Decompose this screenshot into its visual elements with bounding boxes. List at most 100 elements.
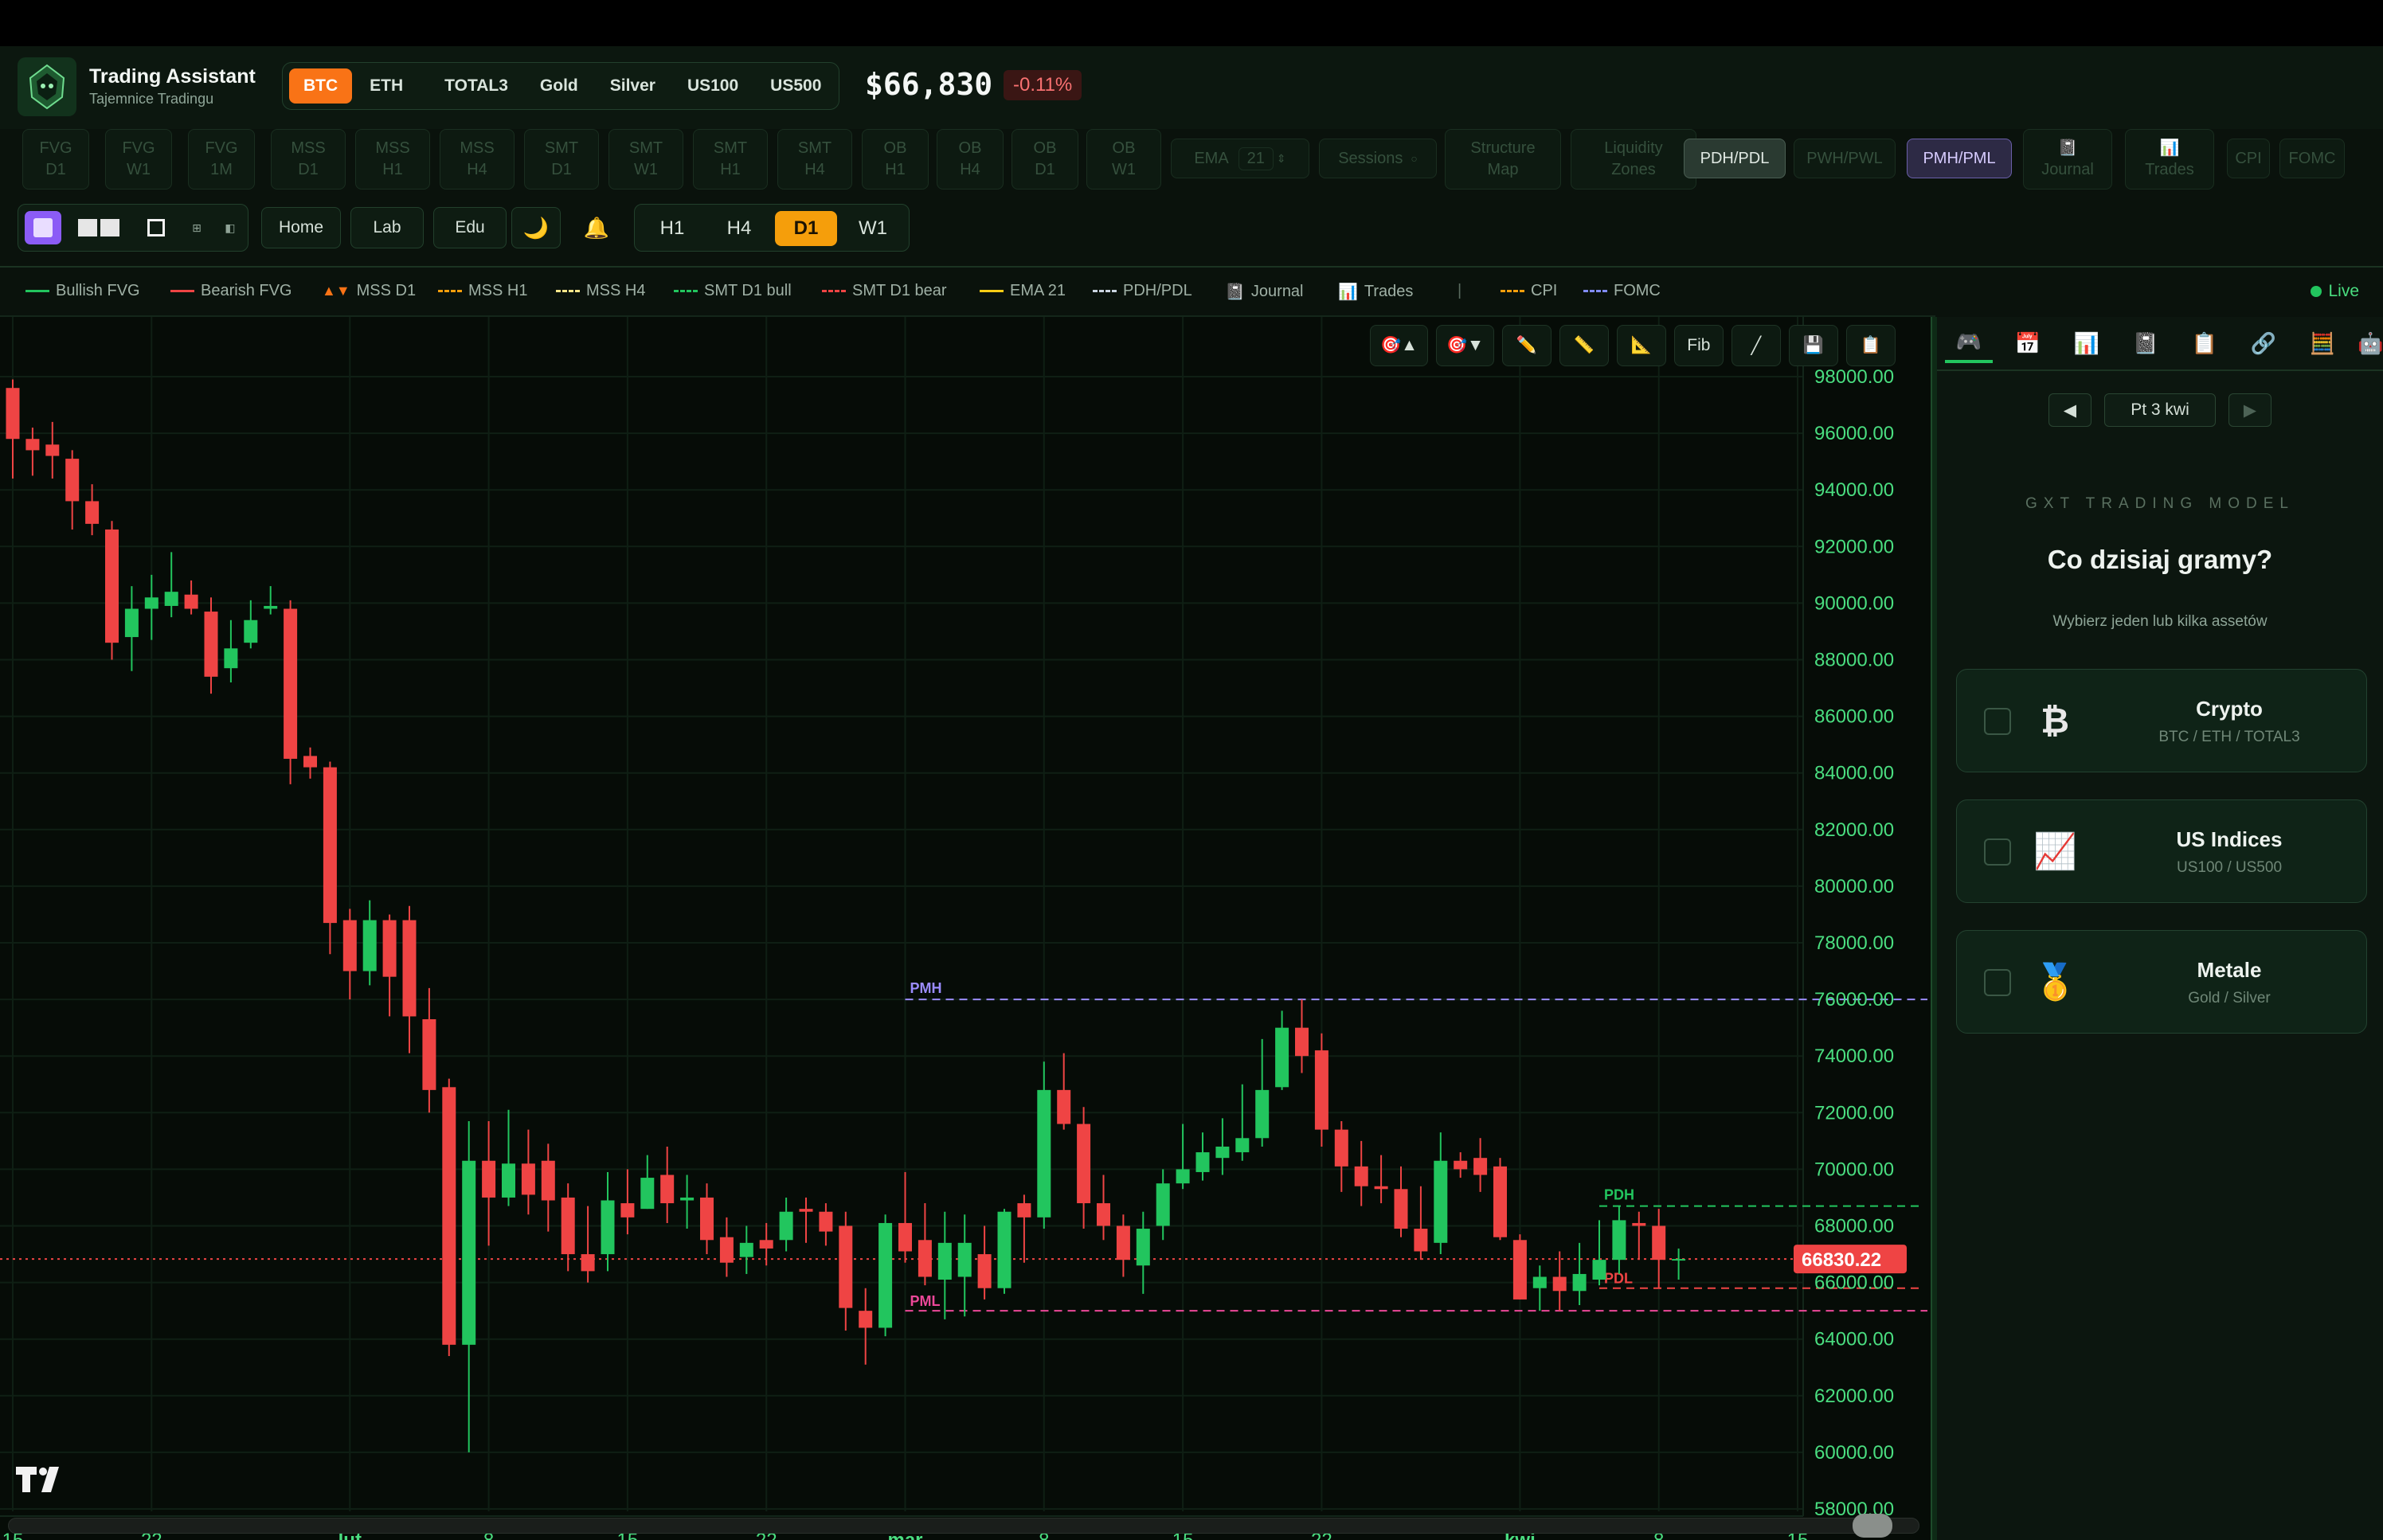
toggle-mss-h4[interactable]: MSS H4 — [440, 129, 515, 190]
candle-bullish — [124, 608, 139, 638]
candle-bearish — [541, 1160, 555, 1201]
candle-bearish — [323, 767, 337, 924]
asset-card-metale[interactable]: 🥇 Metale Gold / Silver — [1956, 930, 2367, 1034]
legend-label: MSS D1 — [356, 282, 417, 299]
nav-edu-button[interactable]: Edu — [433, 207, 507, 248]
next-day-button[interactable]: ▶ — [2228, 393, 2271, 427]
pencil-icon[interactable]: ✏️ — [1501, 325, 1551, 366]
trendline-icon[interactable]: ╱ — [1731, 325, 1781, 366]
toggle-ob-d1[interactable]: OB D1 — [1012, 129, 1078, 190]
current-date[interactable]: Pt 3 kwi — [2104, 393, 2216, 427]
candle-bearish — [25, 439, 40, 451]
asset-us500-button[interactable]: US500 — [756, 68, 835, 104]
asset-eth-button[interactable]: ETH — [355, 68, 417, 104]
asset-gold-button[interactable]: Gold — [526, 68, 593, 104]
candlestick-chart[interactable]: PMHPMLPDHPDL98000.0096000.0094000.009200… — [0, 317, 1931, 1540]
toggle-sublabel: H1 — [720, 161, 741, 178]
toggle-smt-w1[interactable]: SMT W1 — [608, 129, 683, 190]
stepper-icon[interactable]: ⇕ — [1277, 152, 1286, 166]
timeframe-w1-button[interactable]: W1 — [842, 211, 904, 246]
toggle-trades[interactable]: 📊 Trades — [2125, 129, 2214, 190]
candle-bearish — [977, 1254, 992, 1288]
toggle-mss-h1[interactable]: MSS H1 — [355, 129, 430, 190]
legend-item: CPI — [1501, 282, 1557, 300]
legend-item: PDH/PDL — [1093, 282, 1192, 300]
candle-bearish — [799, 1209, 813, 1212]
alerts-bell-icon[interactable]: 🔔 — [570, 207, 623, 248]
layout-split-icon[interactable] — [71, 211, 127, 244]
toggle-fomc[interactable]: FOMC — [2279, 139, 2345, 178]
toggle-journal[interactable]: 📓 Journal — [2023, 129, 2112, 190]
toggle-ob-w1[interactable]: OB W1 — [1086, 129, 1161, 190]
long-target-tool[interactable]: 🎯▲ — [1370, 325, 1428, 366]
toggle-pdh-pdl[interactable]: PDH/PDL — [1684, 139, 1786, 178]
toggle-smt-h4[interactable]: SMT H4 — [777, 129, 852, 190]
toggle-cpi[interactable]: CPI — [2227, 139, 2270, 178]
save-icon[interactable]: 💾 — [1788, 325, 1838, 366]
price-tick-label: 86000.00 — [1814, 706, 1894, 728]
toggle-ob-h4[interactable]: OB H4 — [937, 129, 1004, 190]
candle-bearish — [1493, 1166, 1507, 1237]
tab-gamepad-icon[interactable]: 🎮 — [1945, 323, 1993, 363]
timeframe-h1-button[interactable]: H1 — [641, 211, 703, 246]
angle-tool-icon[interactable]: 📐 — [1616, 325, 1666, 366]
chart-scrollbar[interactable] — [8, 1518, 1919, 1534]
tab-chart-icon[interactable]: 📊 — [2063, 323, 2111, 363]
legend-item: EMA 21 — [980, 282, 1066, 300]
layout-compact-icon[interactable]: ◧ — [216, 211, 245, 244]
prev-day-button[interactable]: ◀ — [2048, 393, 2091, 427]
tab-calculator-icon[interactable]: 🧮 — [2299, 323, 2346, 363]
tab-notebook-icon[interactable]: 📓 — [2122, 323, 2170, 363]
ema-period-input[interactable]: 21 — [1238, 147, 1274, 170]
layout-grid-icon[interactable]: ⊞ — [182, 211, 211, 244]
short-target-tool[interactable]: 🎯▼ — [1435, 325, 1494, 366]
toggle-sublabel: H1 — [382, 161, 403, 178]
metals-checkbox[interactable] — [1984, 969, 2011, 996]
layout-outline-icon[interactable] — [138, 211, 174, 244]
fib-tool-button[interactable]: Fib — [1673, 325, 1724, 366]
asset-btc-button[interactable]: BTC — [289, 68, 353, 104]
ema-control[interactable]: EMA 21 ⇕ — [1171, 139, 1309, 178]
layout-single-icon[interactable] — [25, 211, 61, 244]
toggle-fvg-d1[interactable]: FVG D1 — [22, 129, 89, 190]
ruler-icon[interactable]: 📏 — [1559, 325, 1609, 366]
chart-legend: Bullish FVG Bearish FVG ▲▼ MSS D1 MSS H1 … — [0, 268, 2383, 315]
timeframe-d1-button[interactable]: D1 — [775, 211, 837, 246]
asset-silver-button[interactable]: Silver — [596, 68, 670, 104]
clipboard-icon[interactable]: 📋 — [1845, 325, 1896, 366]
price-chart[interactable]: PMH PML PDH PDL 98000.00 96000.00 94000.00 9200… — [0, 317, 1931, 1540]
toggle-ob-h1[interactable]: OB H1 — [862, 129, 929, 190]
toggle-fvg-1m[interactable]: FVG 1M — [188, 129, 255, 190]
theme-moon-icon[interactable]: 🌙 — [511, 207, 561, 248]
nav-home-button[interactable]: Home — [261, 207, 341, 248]
toggle-structure-map[interactable]: Structure Map — [1445, 129, 1561, 190]
indices-checkbox[interactable] — [1984, 838, 2011, 866]
toggle-sessions[interactable]: Sessions ○ — [1319, 139, 1437, 178]
tab-link-icon[interactable]: 🔗 — [2240, 323, 2287, 363]
asset-card-us-indices[interactable]: 📈 US Indices US100 / US500 — [1956, 799, 2367, 903]
tab-robot-icon[interactable]: 🤖 — [2358, 323, 2383, 363]
asset-card-crypto[interactable]: ₿ Crypto BTC / ETH / TOTAL3 — [1956, 669, 2367, 772]
level-label-pmh: PMH — [910, 980, 942, 996]
candle-bullish — [957, 1242, 972, 1277]
toggle-fvg-w1[interactable]: FVG W1 — [105, 129, 172, 190]
toggle-pwh-pwl[interactable]: PWH/PWL — [1794, 139, 1896, 178]
price-tick-label: 84000.00 — [1814, 763, 1894, 784]
asset-us100-button[interactable]: US100 — [673, 68, 753, 104]
timeframe-h4-button[interactable]: H4 — [708, 211, 770, 246]
toggle-mss-d1[interactable]: MSS D1 — [271, 129, 346, 190]
crypto-checkbox[interactable] — [1984, 708, 2011, 735]
nav-lab-button[interactable]: Lab — [350, 207, 424, 248]
chart-scrollbar-thumb[interactable] — [1853, 1514, 1892, 1538]
tab-clipboard-icon[interactable]: 📋 — [2181, 323, 2228, 363]
toggle-label: SMT — [713, 139, 748, 157]
tab-calendar-icon[interactable]: 📅 — [2004, 323, 2052, 363]
panel-resize-handle[interactable] — [1931, 317, 1937, 1540]
toggle-smt-d1[interactable]: SMT D1 — [524, 129, 599, 190]
legend-separator: | — [1458, 282, 1462, 299]
toggle-liquidity-zones[interactable]: Liquidity Zones — [1571, 129, 1696, 190]
asset-total3-button[interactable]: TOTAL3 — [430, 68, 522, 104]
toggle-pmh-pml[interactable]: PMH/PML — [1907, 139, 2012, 178]
legend-label: Journal — [1250, 283, 1304, 300]
toggle-smt-h1[interactable]: SMT H1 — [693, 129, 768, 190]
